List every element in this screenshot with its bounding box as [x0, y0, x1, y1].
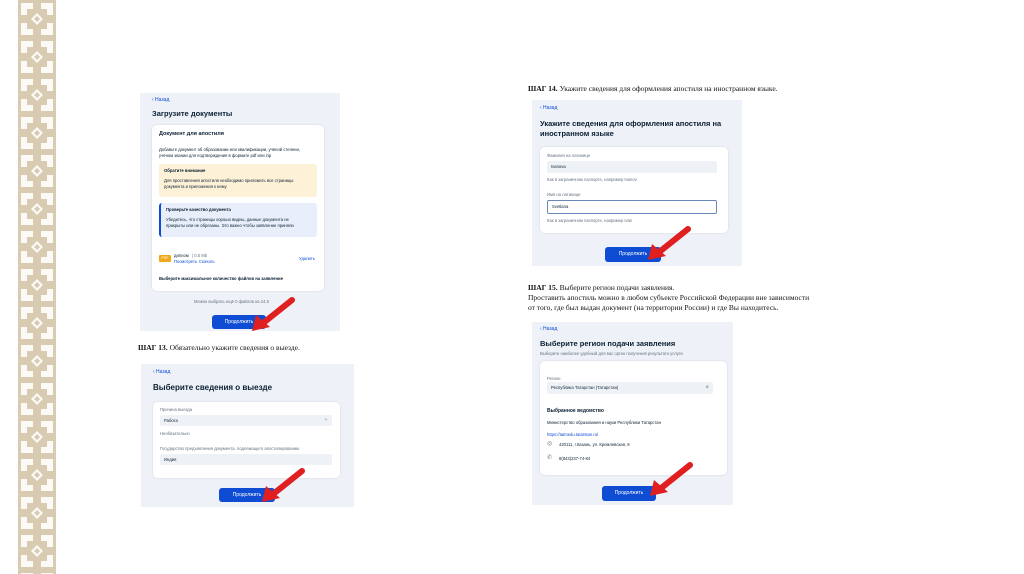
file-name: диплом [174, 253, 189, 258]
red-arrow-icon [648, 226, 691, 260]
back-link[interactable]: ‹ Назад [153, 369, 170, 375]
back-link[interactable]: ‹ Назад [540, 326, 557, 332]
foreign-card: Фамилия на латинице Ivanova Как в загран… [540, 147, 728, 233]
chevron-down-icon: ⌄ [323, 416, 328, 422]
file-delete-link[interactable]: Удалить [299, 256, 315, 262]
department-phone: 8(843)237-74-84 [559, 456, 591, 461]
upload-screenshot: ‹ Назад Загрузите документы Документ для… [140, 93, 340, 331]
step15-label: ШАГ 15. [528, 283, 558, 292]
phone-icon: ✆ [547, 455, 553, 461]
ornament-pattern [18, 0, 56, 574]
departure-screenshot: ‹ Назад Выберите сведения о выезде Причи… [141, 364, 354, 507]
warning-text-line1: Для проставления апостиля необходимо при… [164, 178, 294, 183]
back-link[interactable]: ‹ Назад [152, 97, 169, 103]
step14-text: Укажите сведения для оформления апостиля… [559, 84, 778, 93]
step14-label: ШАГ 14. [528, 84, 558, 93]
region-screenshot: ‹ Назад Выберите регион подачи заявления… [532, 322, 733, 505]
surname-input[interactable]: Ivanova [547, 161, 717, 173]
ornament-border [18, 0, 56, 574]
department-name: Министерство образования и науки Республ… [547, 420, 661, 425]
file-size: | 0.5 Mb [192, 253, 208, 258]
reason-value: Работа [164, 417, 178, 423]
surname-label: Фамилия на латинице [547, 153, 591, 158]
step15-line2: Проставить апостиль можно в любом субъек… [528, 293, 810, 302]
pdf-file-icon: PDF [159, 255, 171, 262]
department-address: 420111, г.Казань, ул. Кремлевская, 9 [559, 442, 630, 447]
upload-card: Документ для апостиля Добавьте документ … [152, 125, 324, 291]
region-subtitle: Выберите наиболее удобный для вас орган … [540, 351, 683, 356]
step13-text: Обязательно укажите сведения о выезде. [169, 343, 300, 352]
surname-value: Ivanova [551, 164, 566, 169]
back-link[interactable]: ‹ Назад [540, 105, 557, 111]
region-value: Республика Татарстан (Татарстан) [551, 385, 619, 390]
red-arrow-icon [650, 462, 693, 496]
country-field[interactable]: Индия [160, 454, 332, 465]
country-value: Индия [164, 456, 177, 462]
foreign-screenshot: ‹ Назад Укажите сведения для оформления … [532, 100, 742, 266]
upload-card-title: Документ для апостиля [159, 131, 224, 137]
step13-caption: ШАГ 13. Обязательно укажите сведения о в… [138, 343, 300, 352]
reason-select[interactable]: Работа ⌄ [160, 415, 332, 426]
department-title: Выбранное ведомство [547, 408, 604, 414]
foreign-title-line1: Укажите сведения для оформления апостиля… [540, 119, 722, 128]
step15-line3: от того, где был выдан документ (на терр… [528, 303, 779, 312]
warning-title: Обратите внимание [164, 168, 206, 173]
quality-text-line1: Убедитесь, что страницы хорошо видны, да… [166, 217, 289, 222]
name-value: Svetlana [552, 204, 569, 209]
region-label: Регион [547, 376, 561, 381]
region-card: Регион Республика Татарстан (Татарстан) … [540, 361, 727, 475]
warning-notice: Обратите внимание Для проставления апост… [159, 164, 317, 197]
name-label: Имя на латинице [547, 192, 581, 197]
departure-title: Выберите сведения о выезде [153, 383, 273, 392]
step13-label: ШАГ 13. [138, 343, 168, 352]
red-arrow-icon [252, 297, 295, 331]
upload-desc-line2: учёном звании для подтверждения в формат… [159, 153, 272, 158]
region-title: Выберите регион подачи заявления [540, 339, 676, 348]
departure-card: Причина выезда Работа ⌄ Необязательно Го… [153, 402, 340, 478]
location-icon: ◎ [547, 441, 553, 447]
file-view-link[interactable]: Посмотреть [174, 259, 197, 265]
step15-line1: ШАГ 15. Выберите регион подачи заявления… [528, 283, 809, 293]
name-input[interactable]: Svetlana [547, 200, 717, 214]
department-url[interactable]: https://tatmedu.tatarstan.ru/ [547, 432, 598, 438]
step15-text: Выберите регион подачи заявления. [559, 283, 675, 292]
name-hint: Как в заграничном паспорте, например Iva… [547, 218, 633, 223]
optional-hint: Необязательно [160, 431, 190, 436]
region-select[interactable]: Республика Татарстан (Татарстан) × [547, 382, 713, 394]
step15-caption: ШАГ 15. Выберите регион подачи заявления… [528, 283, 809, 313]
warning-text-line2: документа и приложения к нему [164, 184, 227, 189]
quality-notice: Проверьте качество документа Убедитесь, … [159, 203, 317, 237]
reason-label: Причина выезда [160, 407, 193, 412]
country-label: Государство предъявления документа, подл… [160, 446, 300, 451]
upload-title: Загрузите документы [152, 109, 233, 118]
file-download-link[interactable]: Скачать [199, 259, 215, 265]
upload-desc-line1: Добавьте документ об образовании или ква… [159, 147, 300, 152]
red-arrow-icon [262, 468, 305, 502]
surname-hint: Как в заграничном паспорте, например Iva… [547, 177, 637, 182]
foreign-title-line2: иностранном языке [540, 129, 614, 138]
quality-text-line2: прикрыты или не обрезаны. Это важно чтоб… [166, 223, 294, 228]
clear-icon[interactable]: × [705, 385, 709, 391]
max-files-text: Выберите максимальное количество файлов … [159, 276, 283, 281]
step14-caption: ШАГ 14. Укажите сведения для оформления … [528, 84, 778, 93]
quality-title: Проверьте качество документа [166, 207, 231, 212]
